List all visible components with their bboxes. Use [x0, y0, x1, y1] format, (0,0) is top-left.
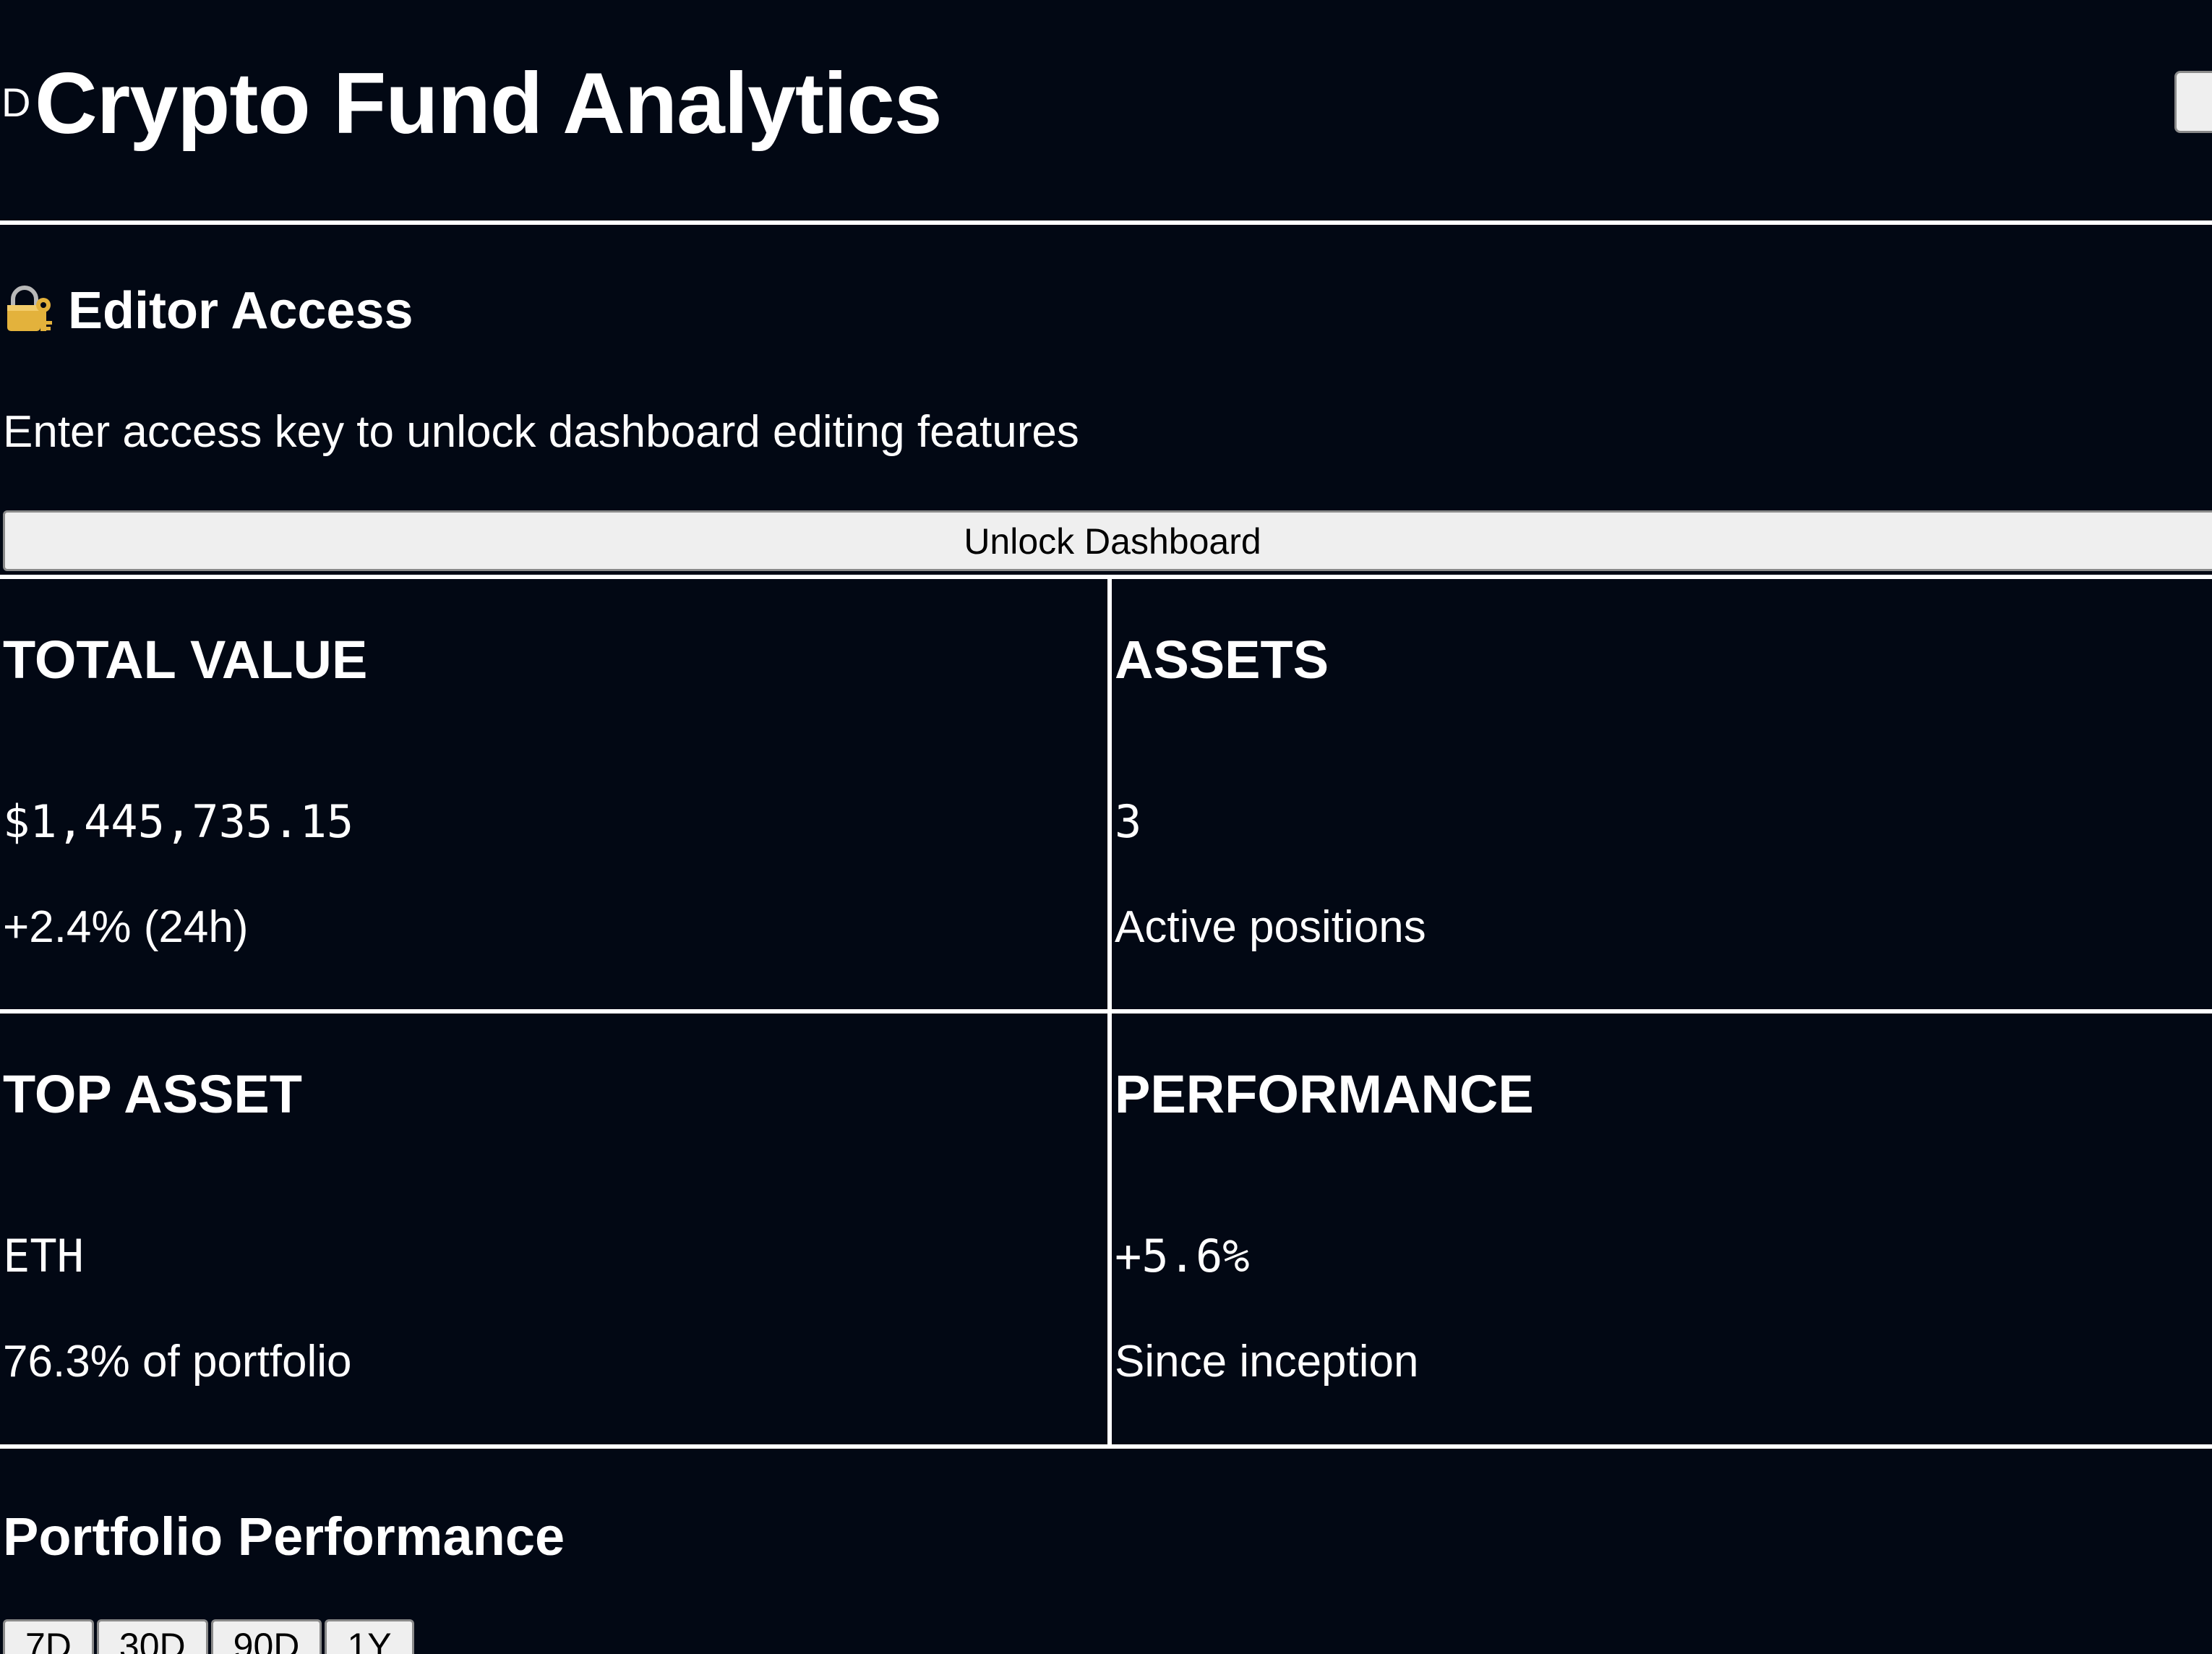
app-header: D Crypto Fund Analytics	[0, 0, 2212, 220]
range-button-30d[interactable]: 30D	[96, 1619, 208, 1654]
range-button-1y[interactable]: 1Y	[325, 1619, 414, 1654]
portfolio-performance-title: Portfolio Performance	[3, 1507, 565, 1567]
editor-access-title: Editor Access	[3, 282, 413, 340]
stat-subtext: Since inception	[1115, 1337, 1419, 1387]
logo-mark: D	[1, 80, 31, 125]
stat-value: $1,445,735.15	[3, 795, 354, 848]
stat-label: TOP ASSET	[3, 1064, 302, 1124]
page-title: Crypto Fund Analytics	[35, 55, 943, 152]
time-range-selector: 7D 30D 90D 1Y	[3, 1619, 417, 1654]
stat-value: 3	[1115, 795, 1142, 848]
editor-access-description: Enter access key to unlock dashboard edi…	[3, 407, 1079, 457]
stat-value: ETH	[3, 1230, 84, 1282]
range-button-90d[interactable]: 90D	[210, 1619, 322, 1654]
stat-subtext: +2.4% (24h)	[3, 902, 249, 952]
stat-card-performance: PERFORMANCE +5.6% Since inception	[1112, 1014, 2212, 1440]
range-button-7d[interactable]: 7D	[3, 1619, 94, 1654]
stat-card-total-value: TOTAL VALUE $1,445,735.15 +2.4% (24h)	[0, 579, 1107, 1006]
header-action-button[interactable]	[2174, 71, 2212, 133]
stat-label: PERFORMANCE	[1115, 1064, 1534, 1124]
stats-bottom-divider	[0, 1444, 2212, 1449]
unlock-dashboard-button[interactable]: Unlock Dashboard	[3, 510, 2212, 571]
stat-label: TOTAL VALUE	[3, 630, 368, 690]
stat-subtext: 76.3% of portfolio	[3, 1337, 352, 1387]
unlock-dashboard-label: Unlock Dashboard	[964, 521, 1261, 562]
dashboard-page: D Crypto Fund Analytics Editor Access En…	[0, 0, 2212, 1654]
stat-card-assets: ASSETS 3 Active positions	[1112, 579, 2212, 1006]
lock-with-key-icon	[7, 286, 52, 331]
stat-label: ASSETS	[1115, 630, 1329, 690]
stat-value: +5.6%	[1115, 1230, 1250, 1282]
stat-card-top-asset: TOP ASSET ETH 76.3% of portfolio	[0, 1014, 1107, 1440]
stat-subtext: Active positions	[1115, 902, 1426, 952]
editor-access-title-text: Editor Access	[68, 282, 413, 340]
